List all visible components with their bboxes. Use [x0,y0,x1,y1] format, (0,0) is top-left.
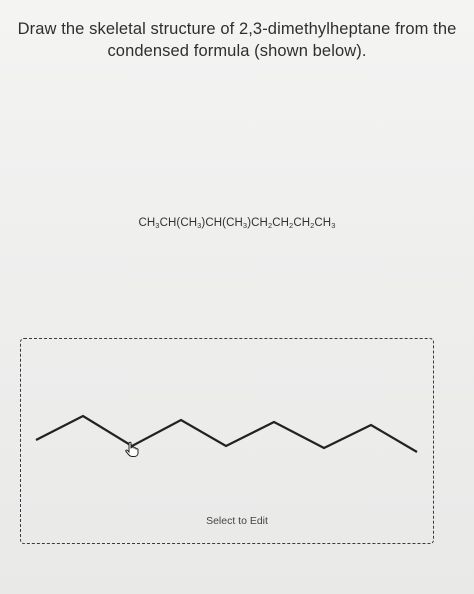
formula-subscript: 3 [331,221,336,230]
condensed-formula: CH3CH(CH3)CH(CH3)CH2CH2CH2CH3 [0,217,474,230]
formula-part: CH [138,217,156,229]
question-text: Draw the skeletal structure of 2,3-dimet… [10,18,464,62]
formula-part: CH [272,217,290,229]
formula-part: CH(CH [159,217,198,229]
drawing-editor[interactable] [20,338,434,544]
formula-part: )CH [247,217,268,229]
formula-part: CH [314,217,332,229]
formula-part: )CH(CH [201,217,243,229]
select-to-edit-label: Select to Edit [206,515,268,527]
question-line-1: Draw the skeletal structure of 2,3-dimet… [17,20,457,38]
page: Draw the skeletal structure of 2,3-dimet… [0,0,474,594]
question-line-2: condensed formula (shown below). [107,42,367,60]
formula-part: CH [293,217,311,229]
